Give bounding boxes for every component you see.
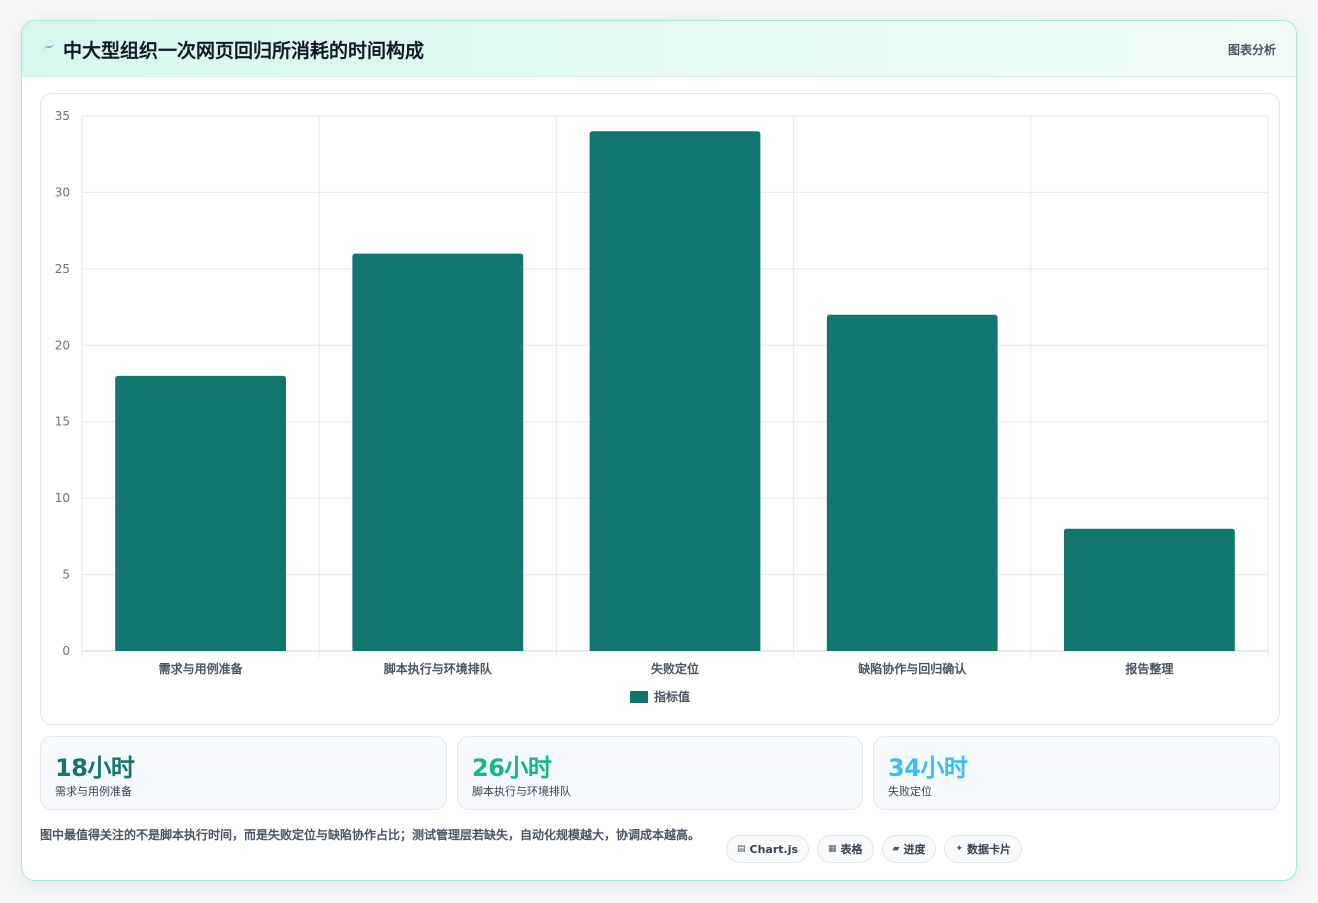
sparkle-icon: ✦ <box>955 844 964 854</box>
bar <box>352 253 524 652</box>
stat-label: 脚本执行与环境排队 <box>472 785 571 798</box>
stat-card-2: 26小时 脚本执行与环境排队 <box>457 736 863 810</box>
stat-card-1: 18小时 需求与用例准备 <box>40 736 447 810</box>
y-tick-label: 5 <box>62 568 70 582</box>
chart-analysis-link[interactable]: 图表分析 <box>1228 41 1276 58</box>
chart-card: 中大型组织一次网页回归所消耗的时间构成 图表分析 0 5 10 15 20 25 30 35 需… <box>21 20 1297 881</box>
chart-panel: 0 5 10 15 20 25 30 35 需求与用例准备 脚本执行与环境排队 失败定位 缺陷协作与回… <box>40 93 1280 725</box>
bar <box>589 131 761 651</box>
x-tick-label: 失败定位 <box>651 661 699 676</box>
y-tick-label: 30 <box>55 185 70 199</box>
stat-value: 18小时 <box>55 754 135 782</box>
tag-data-cards[interactable]: ✦ 数据卡片 <box>944 835 1023 863</box>
y-tick-label: 25 <box>55 262 70 276</box>
chart-icon: ▤ <box>737 844 746 854</box>
lightning-icon <box>42 40 56 54</box>
tag-label: 表格 <box>840 843 863 856</box>
x-tick-label: 缺陷协作与回归确认 <box>858 661 967 676</box>
tag-list: ▤ Chart.js ▦ 表格 ▰ 进度 ✦ 数据卡片 <box>726 835 1023 863</box>
y-tick-label: 20 <box>55 338 70 352</box>
x-tick-label: 脚本执行与环境排队 <box>384 661 493 676</box>
bar <box>1064 528 1235 651</box>
tag-progress[interactable]: ▰ 进度 <box>881 835 937 863</box>
stat-label: 需求与用例准备 <box>55 785 132 798</box>
tag-chartjs[interactable]: ▤ Chart.js <box>726 835 810 863</box>
card-header: 中大型组织一次网页回归所消耗的时间构成 图表分析 <box>22 21 1296 77</box>
y-tick-label: 0 <box>62 644 70 658</box>
x-tick-label: 报告整理 <box>1125 661 1173 676</box>
y-tick-label: 35 <box>55 109 70 123</box>
stat-value: 26小时 <box>472 754 552 782</box>
page-title: 中大型组织一次网页回归所消耗的时间构成 <box>63 40 425 62</box>
x-tick-label: 需求与用例准备 <box>159 661 244 676</box>
tag-label: Chart.js <box>749 842 799 856</box>
table-icon: ▦ <box>828 844 837 854</box>
stat-card-3: 34小时 失败定位 <box>873 736 1280 810</box>
stat-value: 34小时 <box>888 754 968 782</box>
tag-table[interactable]: ▦ 表格 <box>817 835 874 863</box>
y-tick-label: 15 <box>55 415 70 429</box>
legend-swatch <box>630 691 648 703</box>
bar <box>115 375 286 651</box>
bar-chart: 0 5 10 15 20 25 30 35 需求与用例准备 脚本执行与环境排队 失败定位 缺陷协作与回… <box>55 109 1269 704</box>
legend-label: 指标值 <box>654 689 690 704</box>
summary-note: 图中最值得关注的不是脚本执行时间，而是失败定位与缺陷协作占比；测试管理层若缺失，… <box>40 828 701 842</box>
bar <box>826 314 998 651</box>
stat-label: 失败定位 <box>888 785 932 798</box>
y-tick-label: 10 <box>55 491 70 505</box>
tag-label: 数据卡片 <box>967 843 1012 856</box>
tag-label: 进度 <box>903 843 926 856</box>
progress-icon: ▰ <box>892 844 900 854</box>
